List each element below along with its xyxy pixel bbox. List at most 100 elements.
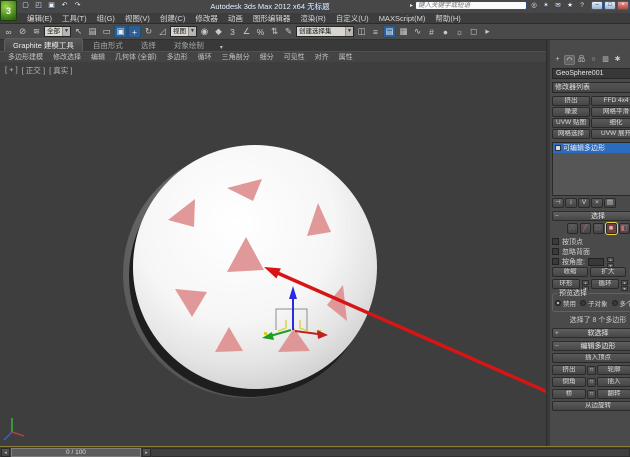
redo-icon[interactable]: ↷ <box>72 1 83 11</box>
select-by-name-icon[interactable]: ▤ <box>86 25 99 38</box>
shrink-button[interactable]: 收缩 <box>552 267 588 277</box>
rendered-frame-icon[interactable]: ◻ <box>467 25 480 38</box>
by-vertex-checkbox[interactable] <box>552 238 559 245</box>
remove-modifier-icon[interactable]: × <box>591 198 603 208</box>
selected-polygon-3[interactable] <box>227 237 264 272</box>
open-file-icon[interactable]: ◰ <box>33 1 44 11</box>
reference-coordinate-dropdown[interactable]: 视图▼ <box>170 26 197 37</box>
hinge-from-edge-button[interactable]: 从边旋转 <box>552 401 630 411</box>
select-object-icon[interactable]: ↖ <box>72 25 85 38</box>
search-input[interactable] <box>415 1 527 10</box>
selected-polygon-4[interactable] <box>175 289 207 317</box>
preview-option-0[interactable]: 禁用 <box>555 298 576 308</box>
ribbon-tab-0[interactable]: Graphite 建模工具 <box>4 38 83 51</box>
tab-modify[interactable]: ◠ <box>564 55 575 65</box>
viewport-pov-menu[interactable]: [ 正交 ] <box>22 65 45 76</box>
maximize-button[interactable]: □ <box>604 1 616 10</box>
render-production-icon[interactable]: ▸ <box>481 25 494 38</box>
border-subobject-icon[interactable]: □ <box>593 223 604 234</box>
modifier-button-left-2[interactable]: UVW 贴图 <box>552 118 590 128</box>
polygon-subobject-icon[interactable]: ■ <box>606 223 617 234</box>
soft-selection-rollout-header[interactable]: + 软选择 <box>552 328 630 338</box>
ribbon-panel-9[interactable]: 对齐 <box>310 52 334 62</box>
挤出-button[interactable]: 挤出 <box>552 365 586 375</box>
communication-center-icon[interactable]: ✉ <box>553 1 563 10</box>
by-angle-spinner[interactable]: ▴▾ <box>607 257 614 266</box>
save-file-icon[interactable]: ▣ <box>46 1 57 11</box>
rectangular-selection-region-icon[interactable]: ▭ <box>100 25 113 38</box>
new-file-icon[interactable]: ▢ <box>20 1 31 11</box>
ribbon-panel-3[interactable]: 几何体 (全部) <box>110 52 162 62</box>
selected-polygon-2[interactable] <box>307 203 331 236</box>
settings-icon[interactable]: □ <box>587 378 596 387</box>
tab-display[interactable]: ▥ <box>600 55 611 65</box>
menu-item-0[interactable]: 编辑(E) <box>22 13 57 24</box>
modifier-button-left-3[interactable]: 网格选择 <box>552 129 590 139</box>
ribbon-panel-8[interactable]: 可见性 <box>279 52 310 62</box>
previous-frame-button[interactable]: ◂ <box>1 448 10 457</box>
select-and-rotate-icon[interactable]: ↻ <box>142 25 155 38</box>
ribbon-panel-7[interactable]: 细分 <box>255 52 279 62</box>
named-selection-sets-dropdown[interactable]: 创建选择集▼ <box>296 26 354 37</box>
modifier-button-right-1[interactable]: 网格平滑 <box>591 107 630 117</box>
time-slider-track[interactable] <box>152 448 630 457</box>
close-button[interactable]: × <box>617 1 629 10</box>
翻转-button[interactable]: 翻转 <box>597 389 630 399</box>
ribbon-panel-1[interactable]: 修改选择 <box>48 52 86 62</box>
ring-spinner[interactable]: ▴▾ <box>582 280 589 289</box>
menu-item-4[interactable]: 创建(C) <box>155 13 190 24</box>
favorites-icon[interactable]: ★ <box>565 1 575 10</box>
help-icon[interactable]: ? <box>577 1 587 10</box>
application-menu-button[interactable]: 3 <box>0 0 17 21</box>
selected-polygon-6[interactable] <box>215 327 243 352</box>
ribbon-panel-10[interactable]: 属性 <box>334 52 358 62</box>
ribbon-panel-6[interactable]: 三角剖分 <box>217 52 255 62</box>
next-frame-button[interactable]: ▸ <box>142 448 151 457</box>
subscription-center-icon[interactable]: ✶ <box>541 1 551 10</box>
search-icon[interactable]: ◎ <box>529 1 539 10</box>
select-and-scale-icon[interactable]: ◿ <box>156 25 169 38</box>
stack-item-0[interactable]: 可编辑多边形 <box>553 143 630 153</box>
settings-icon[interactable]: □ <box>587 366 596 375</box>
selection-filter-dropdown[interactable]: 全部▼ <box>44 26 71 37</box>
schematic-view-icon[interactable]: # <box>425 25 438 38</box>
loop-spinner[interactable]: ▴▾ <box>621 280 628 289</box>
selected-polygon-1[interactable] <box>168 199 195 227</box>
ring-button[interactable]: 环形 <box>552 279 580 289</box>
tab-utilities[interactable]: ✱ <box>612 55 623 65</box>
menu-item-2[interactable]: 组(G) <box>92 13 120 24</box>
modifier-button-left-0[interactable]: 挤出 <box>552 96 590 106</box>
unlink-selection-icon[interactable]: ⊘ <box>16 25 29 38</box>
select-and-manipulate-icon[interactable]: ◆ <box>212 25 225 38</box>
undo-icon[interactable]: ↶ <box>59 1 70 11</box>
edit-named-selections-icon[interactable]: ✎ <box>282 25 295 38</box>
graphite-ribbon-toggle-icon[interactable]: ▦ <box>397 25 410 38</box>
element-subobject-icon[interactable]: ◧ <box>619 223 630 234</box>
menu-item-11[interactable]: 帮助(H) <box>430 13 465 24</box>
menu-item-1[interactable]: 工具(T) <box>57 13 92 24</box>
by-angle-field[interactable] <box>588 258 604 266</box>
loop-button[interactable]: 循环 <box>591 279 619 289</box>
ribbon-tab-2[interactable]: 选择 <box>133 39 164 51</box>
selected-polygon-0[interactable] <box>227 179 262 201</box>
viewport-shading-menu[interactable]: [ 真实 ] <box>49 65 72 76</box>
ribbon-panel-4[interactable]: 多边形 <box>162 52 193 62</box>
ribbon-tab-3[interactable]: 对象绘制 <box>166 39 212 51</box>
menu-item-7[interactable]: 图形编辑器 <box>248 13 296 24</box>
insert-vertex-button[interactable]: 插入顶点 <box>552 353 630 363</box>
settings-icon[interactable]: □ <box>587 390 596 399</box>
ribbon-panel-5[interactable]: 循环 <box>193 52 217 62</box>
插入-button[interactable]: 插入 <box>597 377 630 387</box>
use-pivot-point-icon[interactable]: ◉ <box>198 25 211 38</box>
angle-snap-icon[interactable]: ∠ <box>240 25 253 38</box>
spinner-snap-icon[interactable]: ⇅ <box>268 25 281 38</box>
selection-rollout-header[interactable]: − 选择 <box>552 211 630 221</box>
by-angle-checkbox[interactable] <box>552 258 559 265</box>
align-icon[interactable]: ≡ <box>369 25 382 38</box>
tab-motion[interactable]: ○ <box>588 55 599 65</box>
viewport-general-menu[interactable]: [ + ] <box>5 65 18 76</box>
menu-item-9[interactable]: 自定义(U) <box>331 13 374 24</box>
menu-item-5[interactable]: 修改器 <box>190 13 223 24</box>
grow-button[interactable]: 扩大 <box>590 267 626 277</box>
configure-modifier-sets-icon[interactable]: ▤ <box>604 198 616 208</box>
